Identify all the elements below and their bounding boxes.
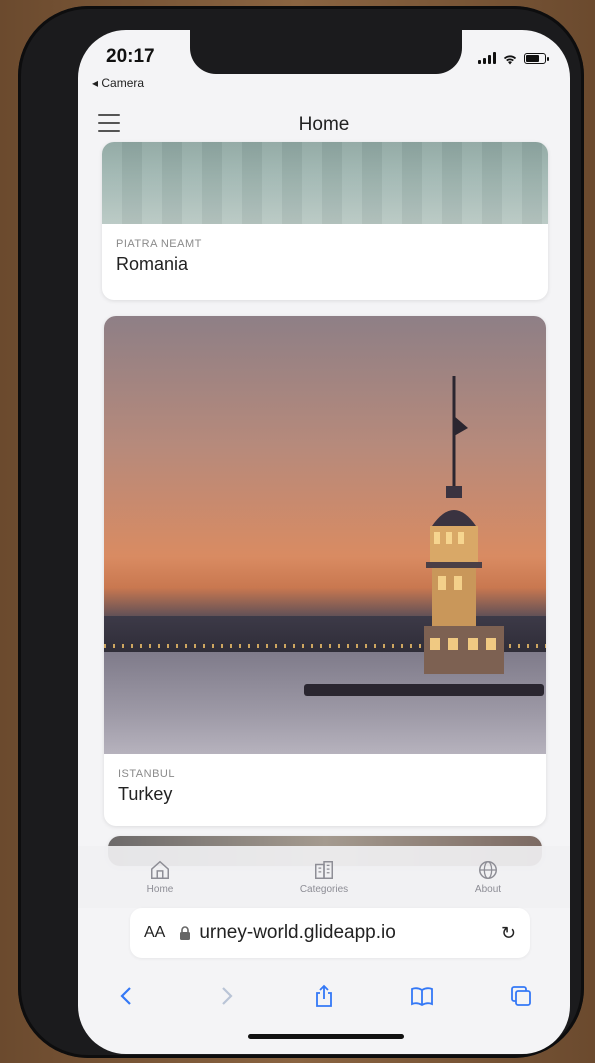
tower-illustration <box>424 376 504 674</box>
buildings-icon <box>315 861 333 879</box>
location-card[interactable]: ISTANBUL Turkey <box>104 316 546 826</box>
tab-label: Home <box>146 884 174 895</box>
share-icon <box>316 984 332 1007</box>
tabs-icon <box>510 986 531 1006</box>
back-to-camera-link[interactable]: ◂ Camera <box>92 76 144 90</box>
status-icons <box>478 52 549 65</box>
tab-home[interactable]: Home <box>105 859 215 895</box>
chevron-right-icon <box>221 987 233 1005</box>
battery-icon <box>524 52 549 64</box>
browser-toolbar <box>78 974 570 1018</box>
home-indicator <box>248 1034 404 1039</box>
tab-about[interactable]: About <box>433 859 543 895</box>
chevron-left-icon <box>120 987 131 1005</box>
home-icon <box>151 860 169 879</box>
signal-icon <box>478 52 496 64</box>
card-image <box>104 316 546 754</box>
tab-bar: Home Categories About <box>78 846 570 908</box>
share-button[interactable] <box>302 978 346 1014</box>
tab-label: About <box>474 884 502 895</box>
back-button[interactable] <box>105 978 149 1014</box>
wifi-icon <box>502 52 518 65</box>
page-title: Home <box>298 114 350 135</box>
tab-categories[interactable]: Categories <box>269 859 379 895</box>
tabs-button[interactable] <box>499 978 543 1014</box>
card-title: Romania <box>116 254 189 274</box>
phone-screen: 20:17 ◂ Camera Home PIATRA NEAMT Romania <box>78 30 570 1054</box>
forward-button[interactable] <box>204 978 248 1014</box>
url-text[interactable]: urney-world.glideapp.io <box>199 922 501 944</box>
card-image <box>102 142 548 224</box>
phone-frame: 20:17 ◂ Camera Home PIATRA NEAMT Romania <box>18 6 584 1058</box>
reload-icon[interactable]: ↻ <box>501 923 516 944</box>
address-bar[interactable]: AA urney-world.glideapp.io ↻ <box>130 908 530 958</box>
notch <box>190 30 462 74</box>
tab-label: Categories <box>299 884 349 895</box>
book-icon <box>411 987 434 1007</box>
lock-icon <box>179 926 191 940</box>
card-subtitle: PIATRA NEAMT <box>116 238 202 250</box>
globe-icon <box>479 861 497 879</box>
bookmarks-button[interactable] <box>400 978 444 1014</box>
status-time: 20:17 <box>106 46 155 67</box>
card-title: Turkey <box>118 784 173 804</box>
reader-options-button[interactable]: AA <box>144 924 165 942</box>
location-card[interactable]: PIATRA NEAMT Romania <box>102 142 548 300</box>
card-subtitle: ISTANBUL <box>118 768 175 780</box>
